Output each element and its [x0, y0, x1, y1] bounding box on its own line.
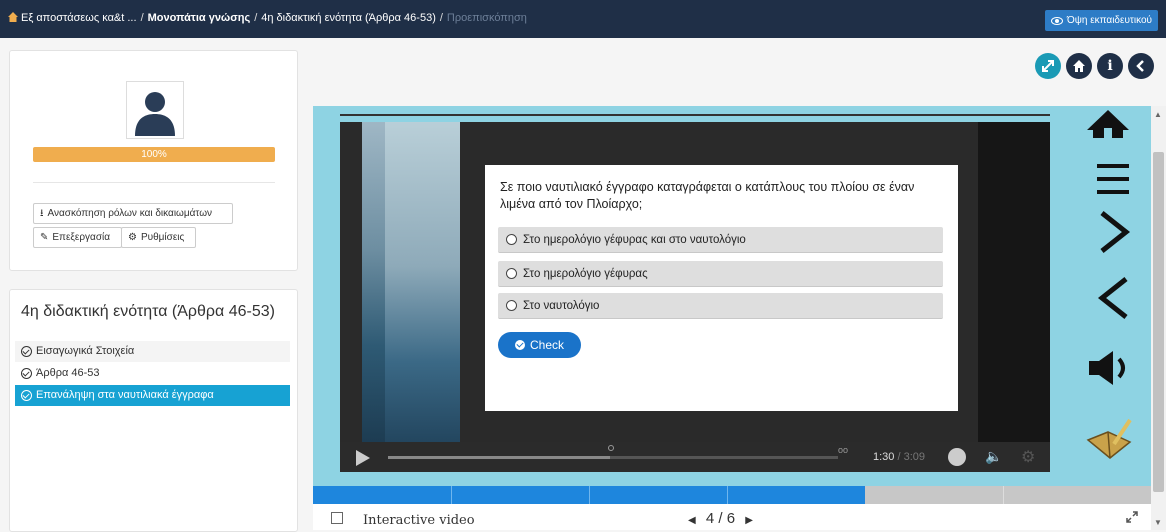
- content-type-label: Interactive video: [363, 513, 475, 528]
- settings-label: Ρυθμίσεις: [140, 232, 185, 243]
- answer-label: Στο ναυτολόγιο: [523, 299, 600, 312]
- breadcrumb-current: Προεπισκόπηση: [446, 12, 527, 24]
- answer-option[interactable]: Στο ημερολόγιο γέφυρας και στο ναυτολόγι…: [498, 227, 943, 253]
- download-icon: ⭳: [40, 208, 44, 219]
- prev-slide-icon[interactable]: ◀: [688, 515, 696, 526]
- bookmark-marker[interactable]: [608, 445, 614, 451]
- next-arrow-icon[interactable]: [1096, 210, 1132, 254]
- next-slide-icon[interactable]: ▶: [745, 515, 753, 526]
- speaker-icon[interactable]: [1087, 350, 1133, 386]
- back-button[interactable]: [1128, 53, 1154, 79]
- check-circle-icon: [514, 340, 525, 350]
- settings-button[interactable]: ⚙ Ρυθμίσεις: [121, 227, 196, 248]
- previous-arrow-icon[interactable]: [1096, 276, 1132, 320]
- lesson-item-label: Επανάληψη στα ναυτιλιακά έγγραφα: [36, 389, 214, 401]
- gear-icon[interactable]: ⚙: [1021, 447, 1035, 467]
- pencil-icon: ✎: [40, 232, 49, 243]
- lesson-item-label: Άρθρα 46-53: [36, 367, 100, 379]
- volume-icon[interactable]: 🔈: [985, 448, 1002, 465]
- lesson-item[interactable]: Εισαγωγικά Στοιχεία: [15, 341, 290, 362]
- menu-icon[interactable]: [1095, 162, 1131, 196]
- check-circle-icon: [21, 390, 32, 401]
- expand-icon: [1042, 60, 1054, 72]
- check-circle-icon: [21, 368, 32, 379]
- player-footer: Interactive video ◀ 4 / 6 ▶: [313, 506, 1151, 530]
- answer-label: Στο ημερολόγιο γέφυρας και στο ναυτολόγι…: [523, 233, 746, 246]
- current-time: 1:30: [873, 451, 895, 463]
- breadcrumb: Εξ αποστάσεως κα&t ... / Μονοπάτια γνώσης /…: [8, 12, 527, 24]
- lesson-panel: 4η διδακτική ενότητα (Άρθρα 46-53) Εισαγ…: [9, 289, 298, 532]
- page-separator: /: [718, 510, 723, 527]
- answer-label: Στο ημερολόγιο γέφυρας: [523, 267, 648, 280]
- page-total: 6: [726, 510, 736, 527]
- lesson-title: 4η διδακτική ενότητα (Άρθρα 46-53): [21, 303, 275, 320]
- slide-divider: [1003, 486, 1004, 504]
- question-text: Σε ποιο ναυτιλιακό έγγραφο καταγράφεται …: [500, 180, 915, 211]
- scroll-up-icon[interactable]: ▲: [1154, 110, 1162, 119]
- teacher-view-button[interactable]: Όψη εκπαιδευτικού: [1044, 10, 1158, 31]
- breadcrumb-item-paths[interactable]: Μονοπάτια γνώσης: [148, 12, 251, 24]
- roles-review-button[interactable]: ⭳ Ανασκόπηση ρόλων και δικαιωμάτων: [33, 203, 233, 224]
- breadcrumb-item-unit[interactable]: 4η διδακτική ενότητα (Άρθρα 46-53): [261, 12, 436, 24]
- slide-divider: [589, 486, 590, 504]
- avatar: [126, 81, 184, 139]
- seek-bar-progress: [388, 456, 610, 459]
- teacher-view-label: Όψη εκπαιδευτικού: [1066, 15, 1152, 26]
- radio-icon: [506, 234, 517, 245]
- chevron-left-icon: [1136, 60, 1144, 72]
- breadcrumb-item-course[interactable]: Εξ αποστάσεως κα&t ...: [21, 12, 137, 24]
- progress-bar: 100%: [33, 147, 275, 162]
- scrollbar-thumb[interactable]: [1153, 152, 1164, 492]
- divider: [340, 114, 1050, 116]
- lesson-item-active[interactable]: Επανάληψη στα ναυτιλιακά έγγραφα: [15, 385, 290, 406]
- roles-review-label: Ανασκόπηση ρόλων και δικαιωμάτων: [47, 208, 213, 219]
- divider: [33, 182, 275, 183]
- check-button[interactable]: Check: [498, 332, 581, 358]
- radio-icon: [506, 300, 517, 311]
- info-button[interactable]: i: [1097, 53, 1123, 79]
- wave-image: [385, 122, 460, 442]
- slide-pager: ◀ 4 / 6 ▶: [688, 510, 753, 527]
- radio-icon: [506, 268, 517, 279]
- video-shadow: [978, 122, 1050, 442]
- fullscreen-icon[interactable]: [1125, 510, 1139, 524]
- play-icon[interactable]: [356, 450, 370, 466]
- endscreen-marker[interactable]: oo: [838, 445, 848, 455]
- page-current: 4: [705, 510, 715, 527]
- home-icon: [1073, 60, 1085, 72]
- answer-option[interactable]: Στο ημερολόγιο γέφυρας: [498, 261, 943, 287]
- quiz-dialog: Σε ποιο ναυτιλιακό έγγραφο καταγράφεται …: [485, 165, 958, 411]
- book-quill-icon[interactable]: [1086, 418, 1134, 462]
- edit-label: Επεξεργασία: [52, 232, 110, 243]
- home-icon[interactable]: [8, 12, 18, 22]
- home-icon[interactable]: [1085, 108, 1131, 138]
- time-display: 1:30 / 3:09: [873, 451, 925, 463]
- edit-button[interactable]: ✎ Επεξεργασία: [33, 227, 122, 248]
- answer-option[interactable]: Στο ναυτολόγιο: [498, 293, 943, 319]
- info-icon: i: [1107, 58, 1113, 74]
- check-label: Check: [529, 338, 564, 352]
- lesson-item[interactable]: Άρθρα 46-53: [15, 363, 290, 384]
- speed-dial-icon[interactable]: [948, 448, 966, 466]
- time-separator: /: [894, 451, 904, 463]
- eye-icon: [1050, 16, 1063, 25]
- home-button[interactable]: [1066, 53, 1092, 79]
- slides-icon[interactable]: [331, 512, 343, 524]
- lesson-item-label: Εισαγωγικά Στοιχεία: [36, 345, 135, 357]
- slide-divider: [727, 486, 728, 504]
- user-silhouette-icon: [135, 92, 175, 136]
- gear-icon: ⚙: [128, 232, 137, 243]
- duration: 3:09: [903, 451, 926, 463]
- video-controls: oo 1:30 / 3:09 🔈 ⚙: [340, 442, 1050, 472]
- scroll-down-icon[interactable]: ▼: [1154, 518, 1162, 527]
- expand-button[interactable]: [1035, 53, 1061, 79]
- progress-label: 100%: [141, 149, 167, 160]
- slide-divider: [451, 486, 452, 504]
- check-circle-icon: [21, 346, 32, 357]
- profile-panel: 100% ⭳ Ανασκόπηση ρόλων και δικαιωμάτων …: [9, 50, 298, 271]
